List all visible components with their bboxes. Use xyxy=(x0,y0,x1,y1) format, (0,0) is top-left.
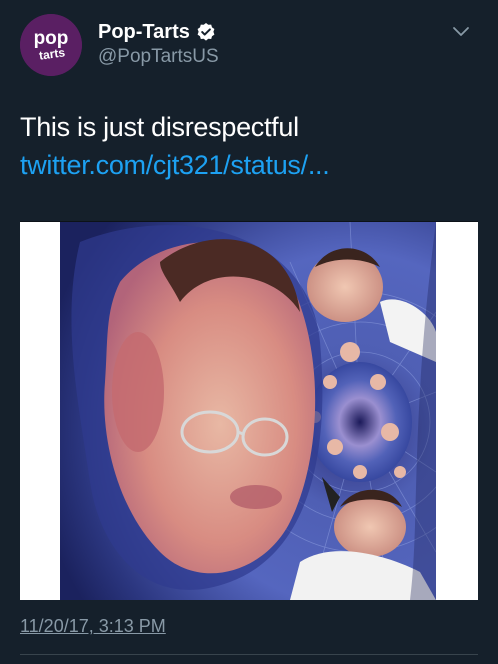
tweet-card: pop tarts Pop-Tarts @PopTartsUS This is … xyxy=(0,0,498,664)
tweet-media[interactable] xyxy=(20,221,478,600)
tweet-link[interactable]: twitter.com/cjt321/status/... xyxy=(20,150,330,180)
tweet-timestamp[interactable]: 11/20/17, 3:13 PM xyxy=(20,616,166,637)
verified-badge-icon xyxy=(196,22,216,42)
name-row: Pop-Tarts xyxy=(98,20,219,44)
chevron-down-icon[interactable] xyxy=(450,20,472,42)
tweet-header: pop tarts Pop-Tarts @PopTartsUS xyxy=(20,14,480,76)
display-name[interactable]: Pop-Tarts xyxy=(98,20,190,44)
tweet-body-text: This is just disrespectful xyxy=(20,112,299,142)
avatar[interactable]: pop tarts xyxy=(20,14,82,76)
divider xyxy=(20,654,478,655)
distorted-photo-image xyxy=(60,222,436,600)
pop-tarts-logo-icon: pop tarts xyxy=(20,14,82,76)
user-info: Pop-Tarts @PopTartsUS xyxy=(98,20,219,68)
user-handle[interactable]: @PopTartsUS xyxy=(98,46,219,68)
tweet-text: This is just disrespectful twitter.com/c… xyxy=(20,108,480,184)
